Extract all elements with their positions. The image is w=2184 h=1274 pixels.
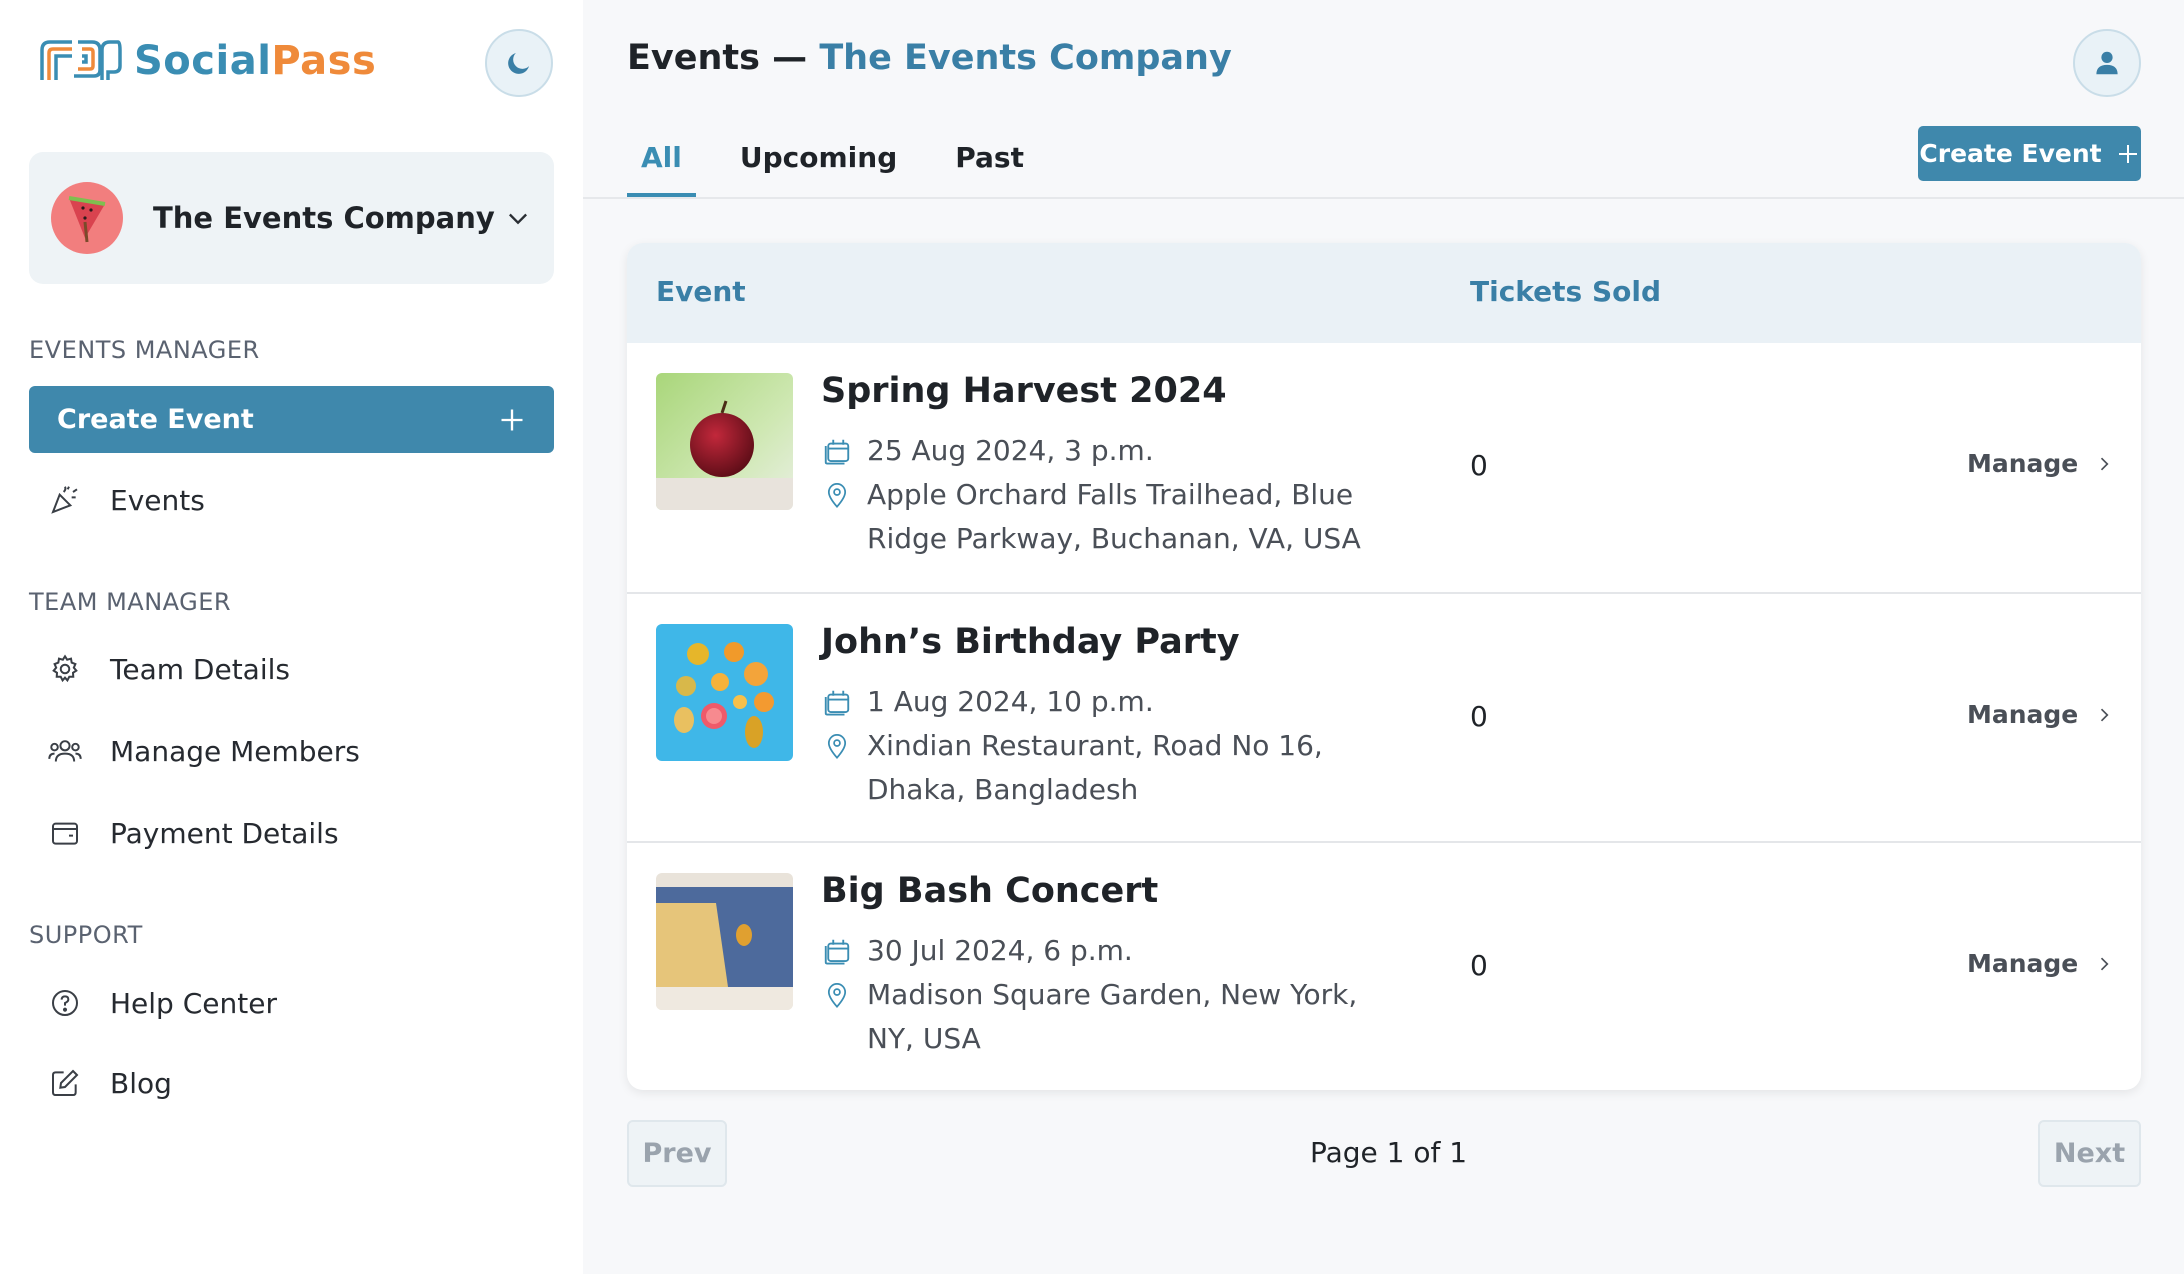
- plus-icon: [501, 409, 523, 430]
- map-pin-icon: [821, 724, 853, 768]
- event-image-concert: [656, 873, 793, 1010]
- support-heading: SUPPORT: [29, 921, 143, 949]
- header-create-event-button[interactable]: Create Event: [1918, 126, 2141, 181]
- table-header: Event Tickets Sold: [627, 243, 2141, 343]
- sidebar: SocialPass The Events Company EVENTS MAN…: [0, 0, 583, 1274]
- event-date: 30 Jul 2024, 6 p.m.: [821, 929, 1387, 973]
- logo-pass: Pass: [271, 38, 377, 84]
- manage-label: Manage: [1967, 949, 2079, 978]
- manage-label: Manage: [1967, 449, 2079, 478]
- calendar-icon: [821, 429, 853, 473]
- event-date-text: 30 Jul 2024, 6 p.m.: [867, 934, 1133, 967]
- sidebar-item-blog-label: Blog: [110, 1066, 172, 1100]
- sidebar-item-team-details[interactable]: Team Details: [48, 652, 290, 686]
- sidebar-item-help-center-label: Help Center: [110, 986, 277, 1020]
- header-create-event-label: Create Event: [1919, 139, 2102, 168]
- wallet-icon: [48, 816, 82, 850]
- tickets-sold: 0: [1470, 949, 1488, 982]
- sidebar-item-events-label: Events: [110, 483, 205, 517]
- logo-text: SocialPass: [134, 38, 376, 84]
- gear-icon: [48, 652, 82, 686]
- team-manager-heading: TEAM MANAGER: [29, 588, 232, 616]
- manage-event-button[interactable]: Manage: [1967, 949, 2114, 978]
- tabs-divider: [583, 197, 2184, 199]
- tab-past[interactable]: Past: [941, 135, 1038, 197]
- profile-button[interactable]: [2073, 29, 2141, 97]
- sidebar-create-event-button[interactable]: Create Event: [29, 386, 554, 453]
- event-image-apple: [656, 373, 793, 510]
- edit-icon: [48, 1066, 82, 1100]
- logo-social: Social: [134, 38, 272, 84]
- events-table: Event Tickets Sold Spring Harvest 2024 2…: [627, 243, 2141, 1090]
- theme-toggle-button[interactable]: [485, 29, 553, 97]
- org-avatar: [51, 182, 123, 254]
- event-location: Xindian Restaurant, Road No 16, Dhaka, B…: [821, 724, 1387, 812]
- tab-all[interactable]: All: [627, 135, 696, 197]
- tab-upcoming[interactable]: Upcoming: [726, 135, 911, 197]
- user-icon: [2096, 51, 2118, 75]
- event-date-text: 25 Aug 2024, 3 p.m.: [867, 434, 1154, 467]
- event-location: Apple Orchard Falls Trailhead, Blue Ridg…: [821, 473, 1387, 561]
- event-location-text: Xindian Restaurant, Road No 16, Dhaka, B…: [867, 729, 1323, 806]
- calendar-icon: [821, 680, 853, 724]
- logo[interactable]: SocialPass: [38, 36, 376, 86]
- chevron-right-icon: [2101, 708, 2109, 721]
- event-image-fruits: [656, 624, 793, 761]
- sidebar-item-blog[interactable]: Blog: [48, 1066, 172, 1100]
- map-pin-icon: [821, 973, 853, 1017]
- manage-event-button[interactable]: Manage: [1967, 449, 2114, 478]
- users-icon: [48, 734, 82, 768]
- party-popper-icon: [48, 483, 82, 517]
- event-location-text: Madison Square Garden, New York, NY, USA: [867, 978, 1358, 1055]
- help-circle-icon: [48, 986, 82, 1020]
- calendar-icon: [821, 929, 853, 973]
- table-row[interactable]: John’s Birthday Party 1 Aug 2024, 10 p.m…: [627, 592, 2141, 841]
- page-indicator: Page 1 of 1: [1310, 1136, 1468, 1169]
- sidebar-item-payment-details-label: Payment Details: [110, 816, 339, 850]
- manage-label: Manage: [1967, 700, 2079, 729]
- column-header-tickets-sold: Tickets Sold: [1470, 275, 1661, 308]
- event-location-text: Apple Orchard Falls Trailhead, Blue Ridg…: [867, 478, 1361, 555]
- tickets-sold: 0: [1470, 449, 1488, 482]
- event-title[interactable]: John’s Birthday Party: [821, 622, 1240, 662]
- event-date: 25 Aug 2024, 3 p.m.: [821, 429, 1387, 473]
- events-manager-heading: EVENTS MANAGER: [29, 336, 260, 364]
- sidebar-item-team-details-label: Team Details: [110, 652, 290, 686]
- map-pin-icon: [821, 473, 853, 517]
- manage-event-button[interactable]: Manage: [1967, 700, 2114, 729]
- sidebar-item-help-center[interactable]: Help Center: [48, 986, 277, 1020]
- column-header-event: Event: [656, 275, 746, 308]
- chevron-right-icon: [2101, 457, 2109, 470]
- sidebar-item-events[interactable]: Events: [48, 483, 205, 517]
- org-switcher[interactable]: The Events Company: [29, 152, 554, 284]
- sidebar-item-manage-members-label: Manage Members: [110, 734, 360, 768]
- logo-icon: [40, 40, 122, 80]
- event-date: 1 Aug 2024, 10 p.m.: [821, 680, 1387, 724]
- event-title[interactable]: Big Bash Concert: [821, 871, 1158, 911]
- next-page-button[interactable]: Next: [2038, 1120, 2141, 1187]
- table-row[interactable]: Big Bash Concert 30 Jul 2024, 6 p.m. Mad…: [627, 841, 2141, 1090]
- chevron-down-icon: [509, 213, 527, 225]
- page-title-prefix: Events —: [627, 38, 820, 78]
- page-title: Events — The Events Company: [627, 38, 1232, 78]
- tickets-sold: 0: [1470, 700, 1488, 733]
- moon-icon: [508, 53, 529, 74]
- event-location: Madison Square Garden, New York, NY, USA: [821, 973, 1387, 1061]
- watermelon-icon: [68, 196, 106, 243]
- prev-page-button[interactable]: Prev: [627, 1120, 727, 1187]
- sidebar-item-payment-details[interactable]: Payment Details: [48, 816, 339, 850]
- org-name: The Events Company: [153, 201, 495, 235]
- page-title-company: The Events Company: [819, 38, 1232, 78]
- event-tabs: All Upcoming Past: [627, 135, 1068, 197]
- table-row[interactable]: Spring Harvest 2024 25 Aug 2024, 3 p.m. …: [627, 343, 2141, 592]
- plus-icon: [2118, 144, 2137, 163]
- sidebar-create-event-label: Create Event: [57, 404, 254, 435]
- sidebar-item-manage-members[interactable]: Manage Members: [48, 734, 360, 768]
- event-date-text: 1 Aug 2024, 10 p.m.: [867, 685, 1154, 718]
- chevron-right-icon: [2101, 957, 2109, 970]
- event-title[interactable]: Spring Harvest 2024: [821, 371, 1227, 411]
